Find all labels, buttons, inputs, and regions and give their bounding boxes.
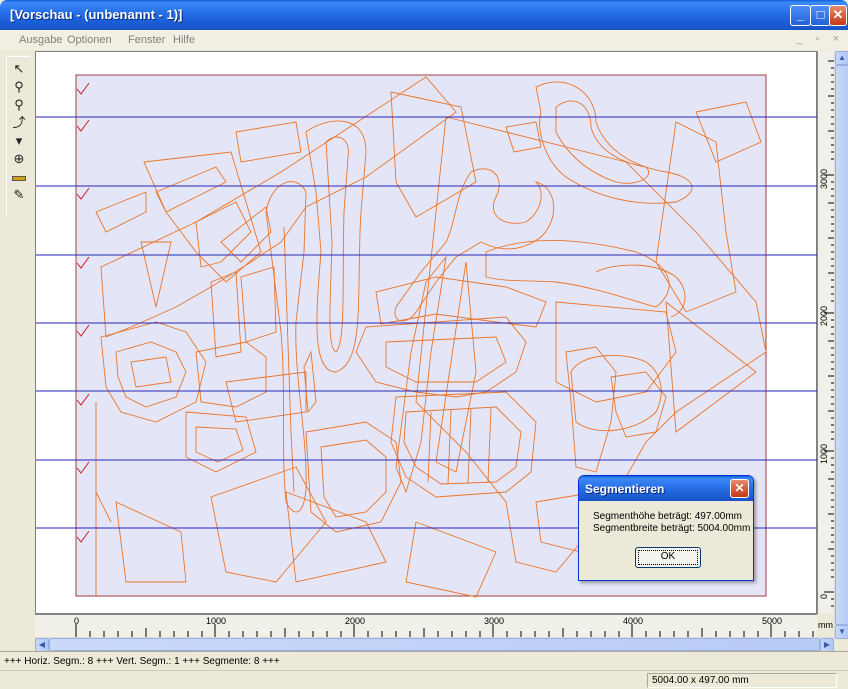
dialog-close-button[interactable]: ✕ xyxy=(730,479,749,498)
tool-palette: ↖ ⚲ ⚲ ⤴ ▾ ⊕ ✎ xyxy=(6,56,30,216)
ruler-icon[interactable] xyxy=(10,169,28,185)
hruler-label-1000: 1000 xyxy=(206,616,227,626)
hruler-label-3000: 3000 xyxy=(484,616,505,626)
vertical-ruler-ticks xyxy=(824,60,834,607)
mdi-window-controls[interactable]: _ ▫ × xyxy=(796,33,844,45)
vertical-ruler: 3000 2000 1000 0 xyxy=(817,51,834,614)
minimize-button[interactable]: _ xyxy=(790,5,811,26)
horizontal-ruler-ticks xyxy=(75,624,814,638)
pan-icon[interactable]: ⤴ xyxy=(10,115,28,131)
vertical-scroll-thumb[interactable] xyxy=(835,65,848,625)
scroll-left-button[interactable]: ◀ xyxy=(35,638,49,652)
segmentieren-dialog: Segmentieren ✕ Segmenthöhe beträgt: 497.… xyxy=(578,475,754,581)
menu-ausgabe[interactable]: Ausgabe xyxy=(19,34,62,46)
ruler-unit-label: mm xyxy=(817,614,834,637)
horizontal-ruler: 0 1000 2000 3000 4000 5000 xyxy=(35,614,817,638)
select-icon[interactable]: ↖ xyxy=(10,61,28,77)
vruler-label-1000: 1000 xyxy=(819,443,829,464)
scroll-right-button[interactable]: ▶ xyxy=(820,638,834,652)
vruler-label-0: 0 xyxy=(819,593,829,599)
title-bar: [Vorschau - (unbenannt - 1)] _ □ ✕ xyxy=(0,0,848,30)
status-bar-segments: +++ Horiz. Segm.: 8 +++ Vert. Segm.: 1 +… xyxy=(0,651,848,670)
dialog-title-bar: Segmentieren ✕ xyxy=(579,476,753,501)
hruler-label-4000: 4000 xyxy=(623,616,644,626)
vertical-scrollbar[interactable]: ▲ ▼ xyxy=(834,51,848,639)
hruler-label-5000: 5000 xyxy=(762,616,783,626)
hruler-label-2000: 2000 xyxy=(345,616,366,626)
vruler-label-2000: 2000 xyxy=(819,305,829,326)
maximize-button[interactable]: □ xyxy=(810,5,831,26)
segment-width-text: Segmentbreite beträgt: 5004.00mm xyxy=(593,523,751,534)
horizontal-scrollbar[interactable]: ◀ ▶ xyxy=(35,637,834,652)
dimensions-readout: 5004.00 x 497.00 mm xyxy=(647,673,837,688)
window-title: [Vorschau - (unbenannt - 1)] xyxy=(10,7,183,22)
scroll-down-button[interactable]: ▼ xyxy=(835,625,848,639)
dialog-title: Segmentieren xyxy=(585,482,665,496)
ok-button[interactable]: OK xyxy=(635,547,701,568)
zoom-out-icon[interactable]: ⚲ xyxy=(10,97,28,113)
scroll-up-button[interactable]: ▲ xyxy=(835,51,848,65)
pipette-icon[interactable]: ✎ xyxy=(10,187,28,203)
zoom-in-icon[interactable]: ⚲ xyxy=(10,79,28,95)
horizontal-scroll-thumb[interactable] xyxy=(49,638,820,651)
hruler-label-0: 0 xyxy=(74,616,80,626)
close-button[interactable]: ✕ xyxy=(829,5,847,26)
menu-bar: Ausgabe Optionen Fenster Hilfe _ ▫ × xyxy=(0,30,848,50)
magnifier-icon[interactable]: ⊕ xyxy=(10,151,28,167)
menu-fenster[interactable]: Fenster xyxy=(128,34,165,46)
menu-optionen[interactable]: Optionen xyxy=(67,34,112,46)
stamp-icon[interactable]: ▾ xyxy=(10,133,28,149)
segment-height-text: Segmenthöhe beträgt: 497.00mm xyxy=(593,511,742,522)
segment-info-text: +++ Horiz. Segm.: 8 +++ Vert. Segm.: 1 +… xyxy=(4,656,280,667)
vruler-label-3000: 3000 xyxy=(819,168,829,189)
status-bar: 5004.00 x 497.00 mm xyxy=(0,670,848,689)
menu-hilfe[interactable]: Hilfe xyxy=(173,34,195,46)
